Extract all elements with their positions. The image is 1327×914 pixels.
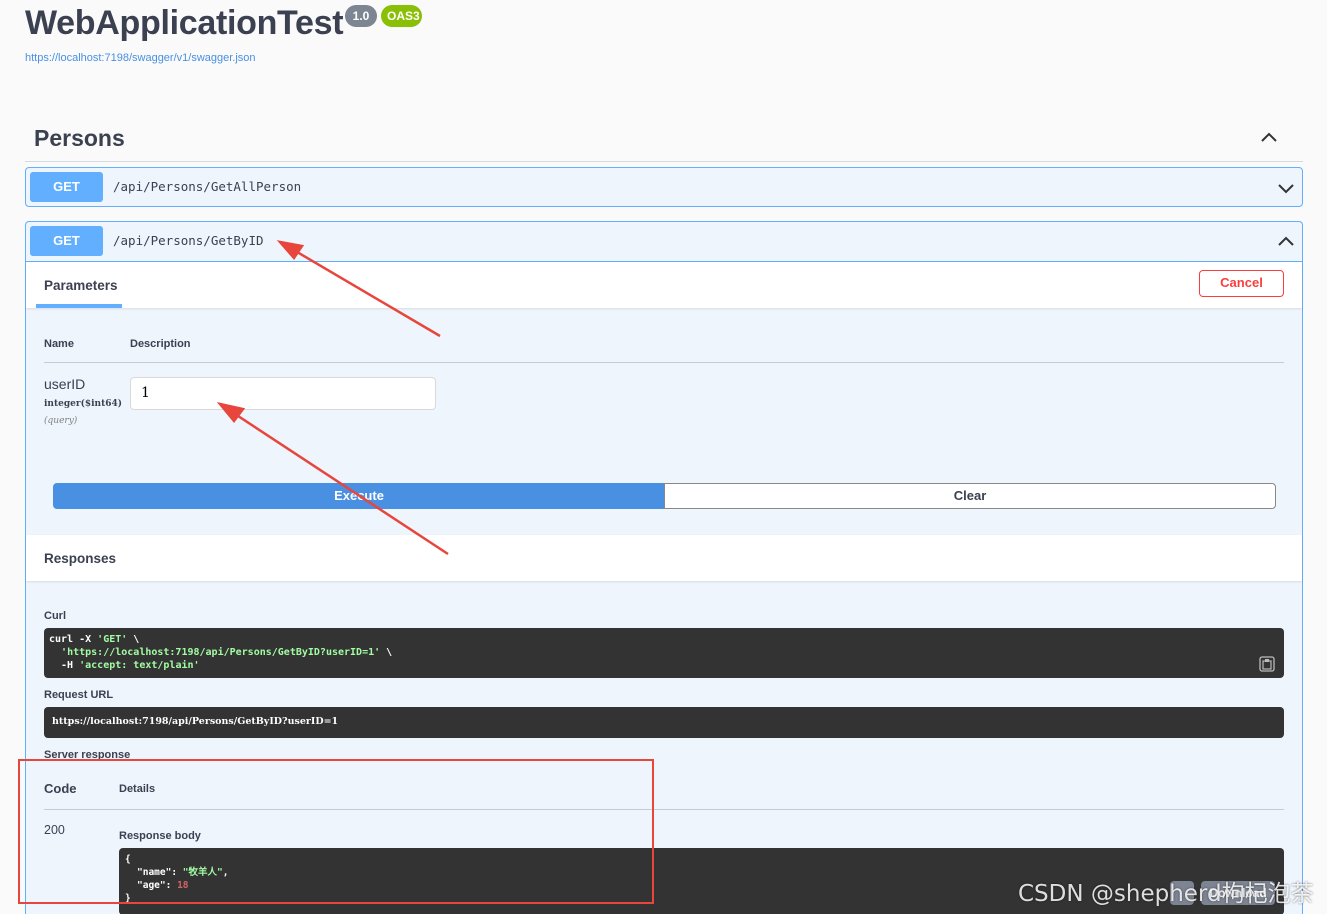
watermark: CSDN @shepherd枸杞泡茶 xyxy=(1018,881,1314,907)
annotation-box xyxy=(18,759,654,904)
